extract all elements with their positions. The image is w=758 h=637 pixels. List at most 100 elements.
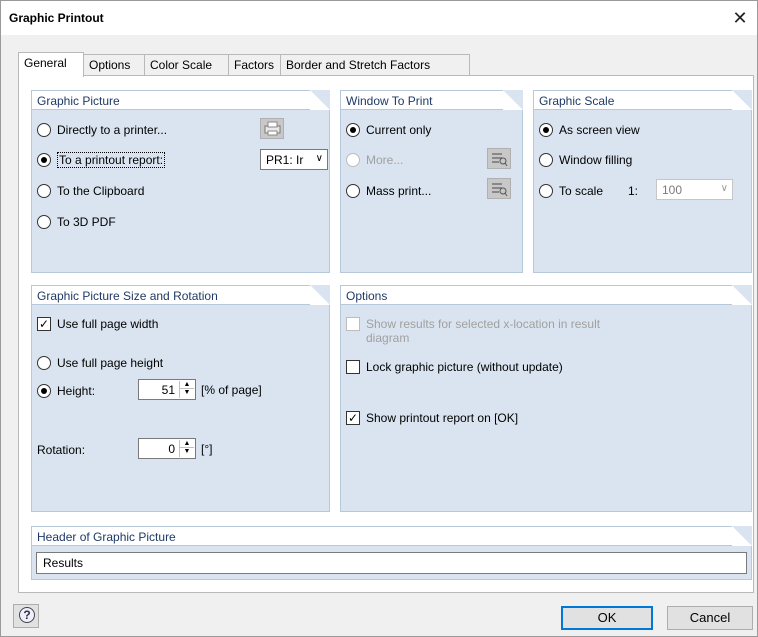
graphic-picture-group: Graphic Picture Directly to a printer...… xyxy=(31,90,330,273)
tab-options[interactable]: Options xyxy=(83,54,145,76)
radio-label: As screen view xyxy=(559,123,640,137)
radio-label: To scale xyxy=(559,184,604,198)
spinbox-value: 51 xyxy=(161,383,175,397)
chevron-down-icon: ∨ xyxy=(315,153,323,164)
radio-label: To the Clipboard xyxy=(57,184,145,198)
radio-circle xyxy=(37,215,51,229)
tab-page-general: Graphic Picture Directly to a printer...… xyxy=(18,75,754,593)
header-of-graphic-picture-group: Header of Graphic Picture xyxy=(31,526,752,580)
spin-down-icon[interactable]: ▼ xyxy=(180,448,194,456)
radio-label: Mass print... xyxy=(366,184,432,198)
radio-label: To a printout report: xyxy=(57,152,166,168)
radio-label: Use full page height xyxy=(57,356,164,370)
radio-circle xyxy=(539,184,553,198)
checkbox-label-line1: Show results for selected x-location in … xyxy=(366,317,601,331)
checkbox-box: ✓ xyxy=(37,317,51,331)
radio-label: Window filling xyxy=(559,153,633,167)
checkbox-label: Use full page width xyxy=(57,317,159,331)
window-to-print-group: Window To Print Current only More... Mas… xyxy=(340,90,523,273)
radio-dot xyxy=(350,127,356,133)
radio-circle xyxy=(37,384,51,398)
header-text-field[interactable] xyxy=(36,552,747,574)
group-title: Graphic Scale xyxy=(539,94,615,108)
group-title: Graphic Picture xyxy=(37,94,120,108)
checkbox-box: ✓ xyxy=(346,411,360,425)
more-select-button xyxy=(487,148,511,169)
radio-label: Directly to a printer... xyxy=(57,123,168,137)
window-to-print-header: Window To Print xyxy=(341,90,523,110)
radio-label: To 3D PDF xyxy=(57,215,116,229)
header-notch xyxy=(310,285,330,305)
radio-label: Height: xyxy=(57,384,96,398)
rotation-spinbox[interactable]: 0 ▲ ▼ xyxy=(138,438,196,459)
options-group: Options Show results for selected x-loca… xyxy=(340,285,752,512)
rotation-unit: [°] xyxy=(201,442,213,456)
help-button[interactable]: ? xyxy=(13,604,39,628)
header-notch xyxy=(732,285,752,305)
group-title: Options xyxy=(346,289,388,303)
radio-circle xyxy=(346,123,360,137)
header-text-input[interactable] xyxy=(41,555,741,571)
title-bar: Graphic Printout ✕ xyxy=(1,1,757,35)
tab-border-stretch-factors[interactable]: Border and Stretch Factors xyxy=(280,54,470,76)
cancel-button[interactable]: Cancel xyxy=(667,606,753,630)
printer-settings-button[interactable] xyxy=(260,118,284,139)
radio-circle xyxy=(37,123,51,137)
radio-circle xyxy=(37,184,51,198)
header-notch xyxy=(310,90,330,110)
options-header: Options xyxy=(341,285,752,305)
mass-print-select-button[interactable] xyxy=(487,178,511,199)
graphic-scale-header: Graphic Scale xyxy=(534,90,752,110)
height-spinbox[interactable]: 51 ▲ ▼ xyxy=(138,379,196,400)
select-windows-icon xyxy=(492,153,508,167)
printer-settings-icon xyxy=(264,121,281,136)
tab-general[interactable]: General xyxy=(18,52,84,77)
spinbox-value: 0 xyxy=(168,442,175,456)
checkbox-label: Show printout report on [OK] xyxy=(366,411,519,425)
select-windows-icon xyxy=(492,183,508,197)
header-notch xyxy=(503,90,523,110)
spin-down-icon[interactable]: ▼ xyxy=(180,389,194,397)
checkbox-label-line2: diagram xyxy=(366,331,410,345)
close-icon[interactable]: ✕ xyxy=(727,5,753,31)
header-notch xyxy=(732,526,752,546)
spin-buttons: ▲ ▼ xyxy=(179,440,194,457)
rotation-label: Rotation: xyxy=(37,443,86,457)
size-rotation-header: Graphic Picture Size and Rotation xyxy=(32,285,330,305)
group-title: Header of Graphic Picture xyxy=(37,530,176,544)
radio-dot xyxy=(41,157,47,163)
radio-dot xyxy=(41,388,47,394)
tab-factors[interactable]: Factors xyxy=(228,54,281,76)
spin-up-icon[interactable]: ▲ xyxy=(180,381,194,389)
scale-ratio-prefix: 1: xyxy=(628,184,639,198)
select-value: PR1: Ir xyxy=(266,153,304,167)
spin-up-icon[interactable]: ▲ xyxy=(180,440,194,448)
checkbox-box xyxy=(346,360,360,374)
header-of-graphic-picture-header: Header of Graphic Picture xyxy=(32,526,752,546)
size-rotation-group: Graphic Picture Size and Rotation ✓ Use … xyxy=(31,285,330,512)
group-title: Window To Print xyxy=(346,94,433,108)
graphic-scale-group: Graphic Scale As screen view Window fill… xyxy=(533,90,752,273)
radio-circle xyxy=(539,123,553,137)
help-icon: ? xyxy=(19,607,35,623)
printout-report-select[interactable]: PR1: Ir ∨ xyxy=(260,149,328,170)
radio-circle xyxy=(346,184,360,198)
header-notch xyxy=(732,90,752,110)
height-unit: [% of page] xyxy=(201,383,262,397)
radio-circle xyxy=(539,153,553,167)
checkbox-box xyxy=(346,317,360,331)
select-value: 100 xyxy=(662,183,683,197)
scale-value-select: 100 ∨ xyxy=(656,179,733,200)
radio-circle xyxy=(37,356,51,370)
radio-label: Current only xyxy=(366,123,432,137)
window-title: Graphic Printout xyxy=(9,11,104,25)
radio-circle xyxy=(346,153,360,167)
chevron-down-icon: ∨ xyxy=(720,183,728,194)
radio-label: More... xyxy=(366,153,404,167)
radio-dot xyxy=(543,127,549,133)
graphic-printout-dialog: Graphic Printout ✕ General Options Color… xyxy=(0,0,758,637)
graphic-picture-header: Graphic Picture xyxy=(32,90,330,110)
group-title: Graphic Picture Size and Rotation xyxy=(37,289,218,303)
ok-button[interactable]: OK xyxy=(561,606,653,630)
tab-color-scale[interactable]: Color Scale xyxy=(144,54,229,76)
